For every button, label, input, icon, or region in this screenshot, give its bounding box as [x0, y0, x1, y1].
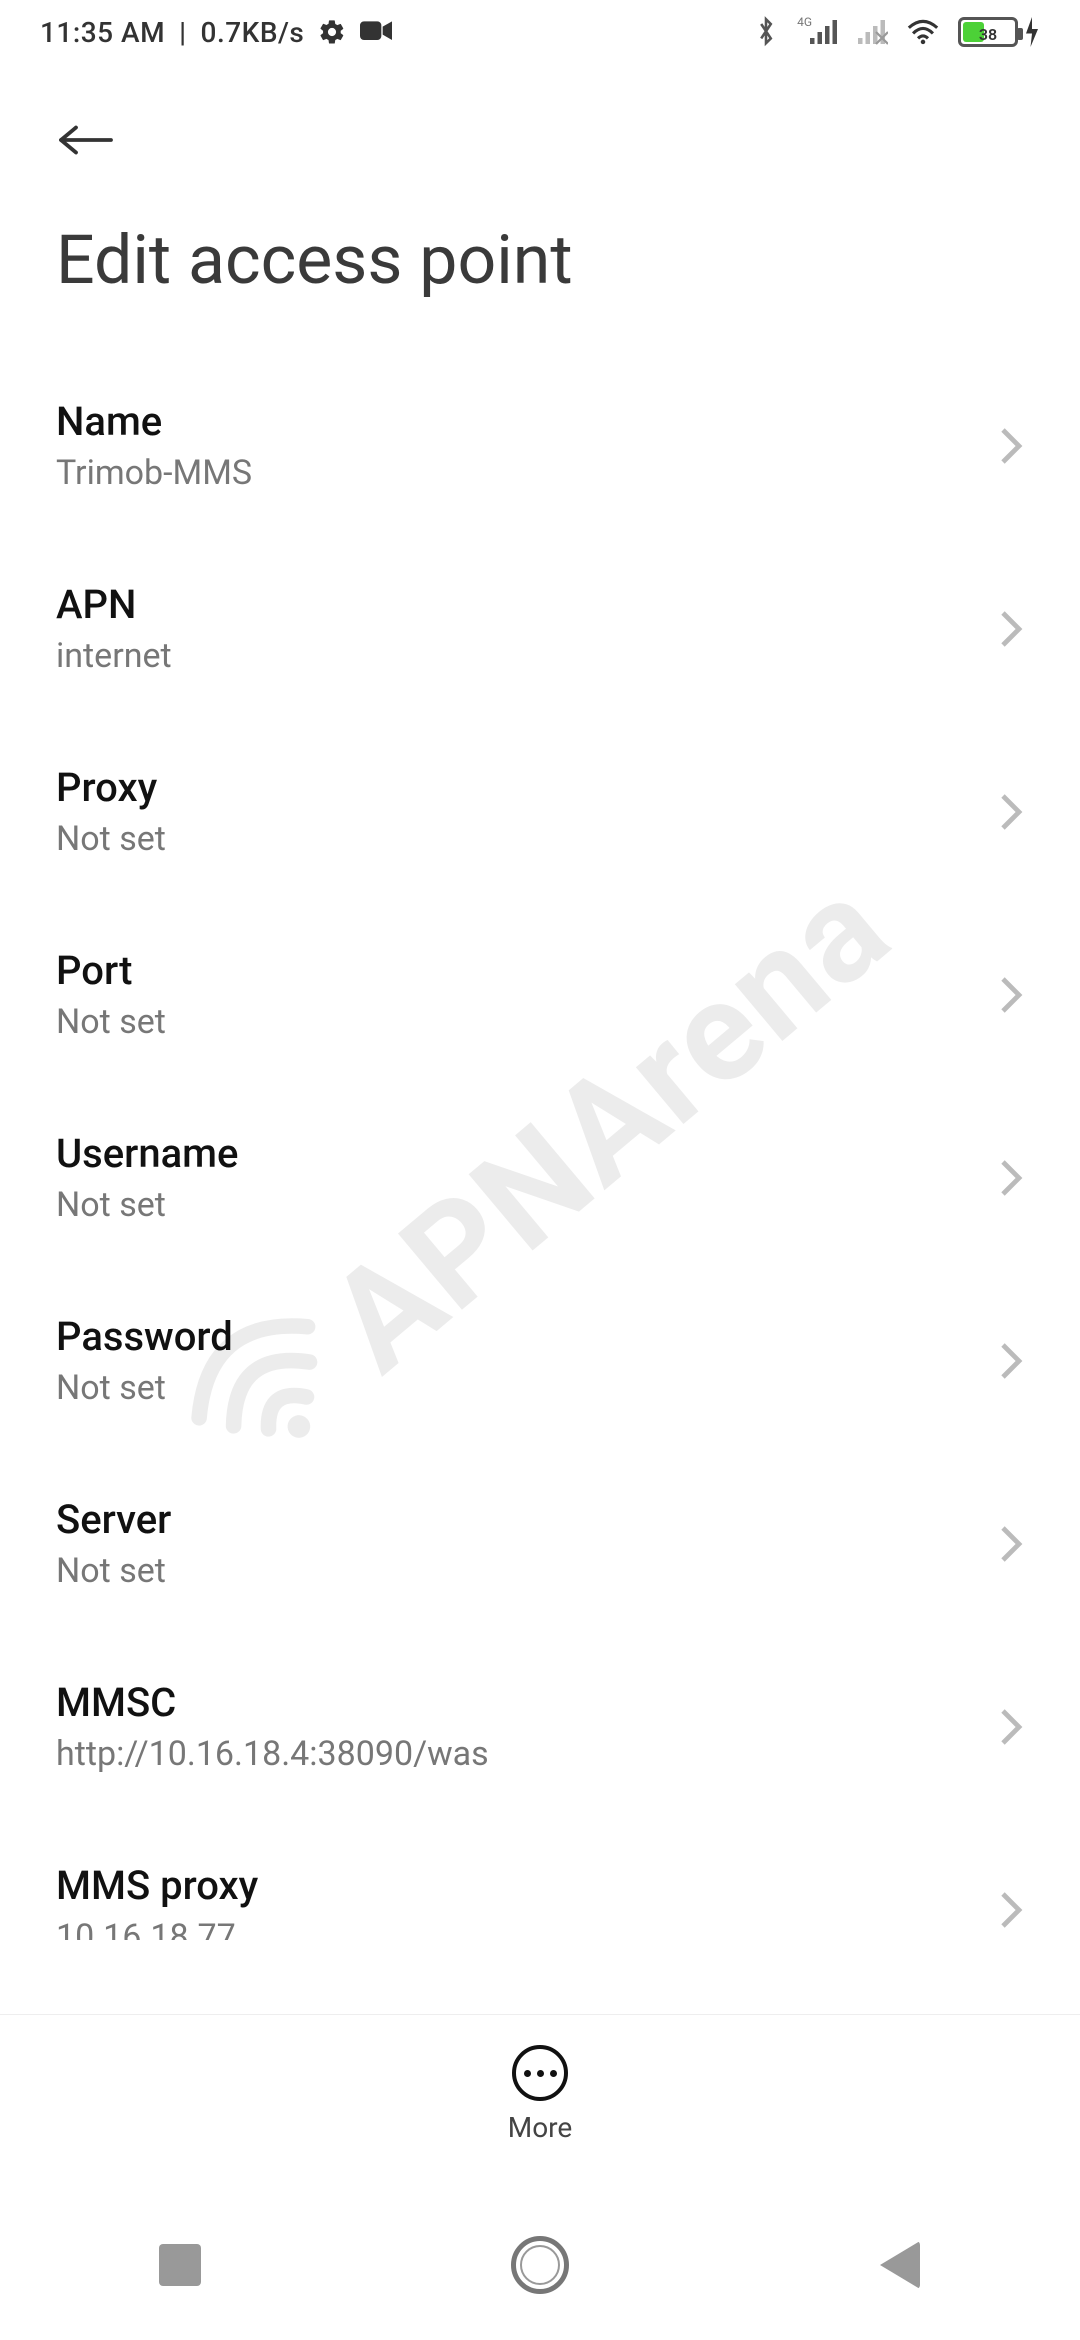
- chevron-right-icon: [998, 609, 1024, 649]
- setting-value: Not set: [56, 1183, 238, 1225]
- chevron-right-icon: [998, 1341, 1024, 1381]
- page-title: Edit access point: [0, 176, 1080, 340]
- chevron-right-icon: [998, 1707, 1024, 1747]
- gear-icon: [318, 18, 346, 46]
- system-nav-bar: [0, 2190, 1080, 2340]
- setting-label: Username: [56, 1130, 238, 1177]
- setting-value: internet: [56, 634, 172, 676]
- battery-percent: 38: [961, 25, 1015, 44]
- setting-value: Trimob-MMS: [56, 451, 252, 493]
- nav-recent-button[interactable]: [90, 2220, 270, 2310]
- setting-row-username[interactable]: Username Not set: [56, 1086, 1024, 1269]
- setting-row-port[interactable]: Port Not set: [56, 903, 1024, 1086]
- chevron-right-icon: [998, 1890, 1024, 1930]
- setting-row-mms-proxy[interactable]: MMS proxy 10.16.18.77: [56, 1818, 1024, 1940]
- setting-row-apn[interactable]: APN internet: [56, 537, 1024, 720]
- more-button[interactable]: More: [508, 2045, 573, 2144]
- bluetooth-icon: [755, 16, 777, 48]
- battery-indicator: 38: [958, 17, 1040, 47]
- setting-label: Port: [56, 947, 166, 994]
- setting-row-proxy[interactable]: Proxy Not set: [56, 720, 1024, 903]
- bottom-toolbar: More: [0, 2014, 1080, 2174]
- more-icon: [512, 2045, 568, 2101]
- status-time: 11:35 AM: [40, 16, 165, 49]
- chevron-right-icon: [998, 1158, 1024, 1198]
- nav-back-button[interactable]: [810, 2220, 990, 2310]
- setting-label: Password: [56, 1313, 233, 1360]
- status-data-rate: 0.7KB/s: [201, 16, 305, 49]
- setting-row-mmsc[interactable]: MMSC http://10.16.18.4:38090/was: [56, 1635, 1024, 1818]
- more-label: More: [508, 2111, 573, 2144]
- chevron-right-icon: [998, 1524, 1024, 1564]
- signal-nosim-icon: [858, 19, 888, 45]
- setting-value: http://10.16.18.4:38090/was: [56, 1732, 489, 1774]
- setting-row-name[interactable]: Name Trimob-MMS: [56, 354, 1024, 537]
- setting-label: Name: [56, 398, 252, 445]
- arrow-left-icon: [56, 118, 116, 162]
- settings-list: Name Trimob-MMS APN internet Proxy Not s…: [0, 340, 1080, 1940]
- status-right: 4G 38: [755, 16, 1040, 48]
- chevron-right-icon: [998, 792, 1024, 832]
- status-left: 11:35 AM | 0.7KB/s: [40, 16, 392, 49]
- setting-value: Not set: [56, 1000, 166, 1042]
- header: [0, 64, 1080, 176]
- setting-label: MMS proxy: [56, 1862, 258, 1909]
- circle-icon: [511, 2236, 569, 2294]
- nav-home-button[interactable]: [450, 2220, 630, 2310]
- setting-value: Not set: [56, 1549, 171, 1591]
- status-bar: 11:35 AM | 0.7KB/s 4G 38: [0, 0, 1080, 64]
- setting-row-password[interactable]: Password Not set: [56, 1269, 1024, 1452]
- setting-value: Not set: [56, 1366, 233, 1408]
- network-4g-label: 4G: [797, 15, 812, 29]
- charging-icon: [1024, 17, 1040, 47]
- status-separator: |: [179, 16, 186, 49]
- setting-row-server[interactable]: Server Not set: [56, 1452, 1024, 1635]
- chevron-right-icon: [998, 426, 1024, 466]
- setting-label: Server: [56, 1496, 171, 1543]
- wifi-icon: [906, 19, 940, 45]
- chevron-right-icon: [998, 975, 1024, 1015]
- setting-label: MMSC: [56, 1679, 489, 1726]
- back-button[interactable]: [50, 104, 122, 176]
- triangle-left-icon: [880, 2241, 920, 2289]
- setting-value: 10.16.18.77: [56, 1915, 258, 1940]
- setting-value: Not set: [56, 817, 166, 859]
- signal-4g-icon: 4G: [795, 19, 840, 45]
- square-icon: [159, 2244, 201, 2286]
- setting-label: APN: [56, 581, 172, 628]
- video-icon: [360, 20, 392, 44]
- setting-label: Proxy: [56, 764, 166, 811]
